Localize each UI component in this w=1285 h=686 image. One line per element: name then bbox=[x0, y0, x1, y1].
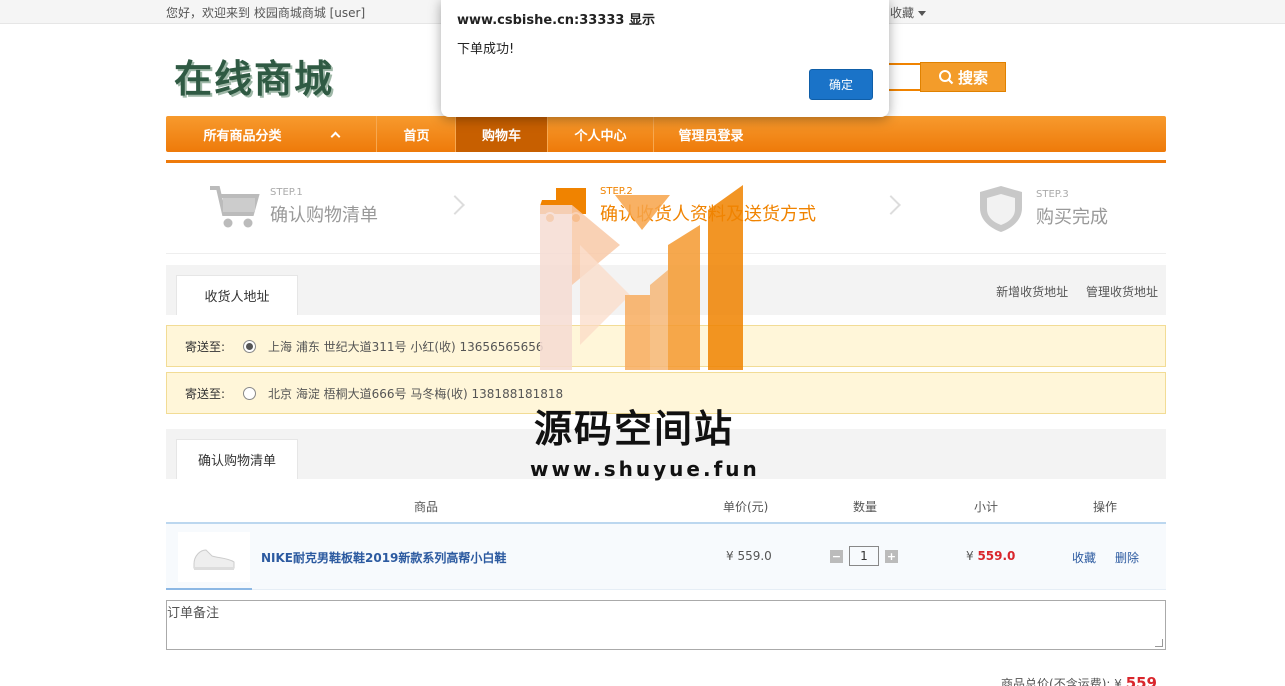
step-separator-icon bbox=[881, 195, 901, 215]
quantity-input[interactable]: 1 bbox=[849, 546, 879, 566]
watermark-logo-icon bbox=[540, 185, 743, 370]
search-button-label: 搜索 bbox=[957, 68, 988, 87]
nav-underline bbox=[166, 160, 1166, 163]
nav-category-menu[interactable]: 所有商品分类 bbox=[166, 116, 376, 152]
increase-qty-button[interactable]: + bbox=[885, 549, 898, 563]
resize-handle-icon[interactable] bbox=[1155, 639, 1163, 647]
favorites-menu[interactable]: 收藏 bbox=[890, 4, 927, 21]
order-total: 商品总价(不含运费): ¥ 559 bbox=[1001, 674, 1157, 686]
alert-dialog: www.csbishe.cn:33333 显示 下单成功! 确定 bbox=[441, 0, 889, 117]
ship-to-label: 寄送至: bbox=[185, 339, 226, 354]
step-1-label: 确认购物清单 bbox=[270, 205, 378, 226]
col-price: 单价(元) bbox=[723, 500, 769, 514]
step-3-number: STEP.3 bbox=[1036, 189, 1069, 200]
add-address-link[interactable]: 新增收货地址 bbox=[996, 285, 1068, 299]
address-radio-selected[interactable] bbox=[243, 339, 256, 353]
favorites-label: 收藏 bbox=[890, 6, 915, 20]
nav-item-user-center[interactable]: 个人中心 bbox=[547, 116, 653, 152]
total-label: 商品总价(不含运费): ¥ bbox=[1001, 677, 1126, 686]
address-text: 上海 浦东 世纪大道311号 小红(收) 13656565656 bbox=[268, 339, 544, 354]
watermark-title: 源码空间站 bbox=[534, 407, 735, 451]
step-3: STEP.3 购买完成 bbox=[976, 184, 1108, 234]
shield-icon bbox=[980, 186, 1022, 232]
chevron-down-icon bbox=[918, 11, 927, 16]
favorite-item-link[interactable]: 收藏 bbox=[1072, 549, 1096, 566]
dialog-ok-button[interactable]: 确定 bbox=[809, 69, 873, 100]
address-text: 北京 海淀 梧桐大道666号 马冬梅(收) 138188181818 bbox=[268, 386, 564, 401]
search-button[interactable]: 搜索 bbox=[920, 62, 1006, 92]
nav-item-home[interactable]: 首页 bbox=[376, 116, 456, 152]
step-separator-icon bbox=[445, 195, 465, 215]
step-1-number: STEP.1 bbox=[270, 187, 303, 198]
dialog-message: 下单成功! bbox=[457, 42, 515, 57]
col-subtotal: 小计 bbox=[974, 500, 999, 514]
nav-category-label: 所有商品分类 bbox=[203, 128, 282, 144]
order-remark-textarea[interactable]: 订单备注 bbox=[166, 600, 1166, 650]
address-radio[interactable] bbox=[243, 386, 256, 400]
subtotal-prefix: ¥ bbox=[966, 549, 978, 563]
manage-address-link[interactable]: 管理收货地址 bbox=[1086, 285, 1158, 299]
cart-table-header: 商品 单价(元) 数量 小计 操作 bbox=[166, 488, 1166, 524]
tab-confirm-cart[interactable]: 确认购物清单 bbox=[176, 439, 298, 479]
total-value: 559 bbox=[1125, 674, 1157, 686]
quantity-stepper: − 1 + bbox=[830, 546, 898, 566]
order-remark-placeholder: 订单备注 bbox=[167, 606, 220, 621]
cart-icon bbox=[210, 186, 260, 228]
chevron-up-icon bbox=[330, 131, 340, 141]
product-name-link[interactable]: NIKE耐克男鞋板鞋2019新款系列高帮小白鞋 bbox=[261, 549, 506, 566]
ship-to-label: 寄送至: bbox=[185, 386, 226, 401]
main-nav: 所有商品分类 首页 购物车 个人中心 管理员登录 bbox=[166, 116, 1166, 152]
item-subtotal: ¥ 559.0 bbox=[966, 549, 1015, 563]
search-icon bbox=[938, 70, 954, 85]
subtotal-value: 559.0 bbox=[977, 549, 1016, 563]
watermark-url: www.shuyue.fun bbox=[530, 457, 760, 481]
delete-item-link[interactable]: 删除 bbox=[1115, 549, 1139, 566]
shoe-icon bbox=[193, 549, 235, 570]
step-3-label: 购买完成 bbox=[1036, 207, 1108, 228]
dialog-title: www.csbishe.cn:33333 显示 bbox=[457, 13, 656, 28]
col-action: 操作 bbox=[1093, 500, 1118, 514]
address-links: 新增收货地址 管理收货地址 bbox=[982, 283, 1158, 300]
step-1: STEP.1 确认购物清单 bbox=[208, 184, 378, 230]
table-row: NIKE耐克男鞋板鞋2019新款系列高帮小白鞋 ¥ 559.0 − 1 + ¥ … bbox=[166, 524, 1166, 590]
unit-price: ¥ 559.0 bbox=[726, 549, 772, 563]
col-qty: 数量 bbox=[853, 500, 878, 514]
thumbnail-underline bbox=[166, 588, 252, 590]
col-product: 商品 bbox=[414, 500, 439, 514]
greeting-text: 您好，欢迎来到 校园商城商城 [user] bbox=[166, 6, 366, 20]
site-logo[interactable]: 在线商城 bbox=[174, 48, 334, 103]
product-thumbnail[interactable] bbox=[178, 532, 250, 582]
nav-item-admin-login[interactable]: 管理员登录 bbox=[653, 116, 768, 152]
decrease-qty-button[interactable]: − bbox=[830, 549, 843, 563]
nav-item-cart[interactable]: 购物车 bbox=[455, 116, 547, 152]
tab-shipping-address[interactable]: 收货人地址 bbox=[176, 275, 298, 315]
